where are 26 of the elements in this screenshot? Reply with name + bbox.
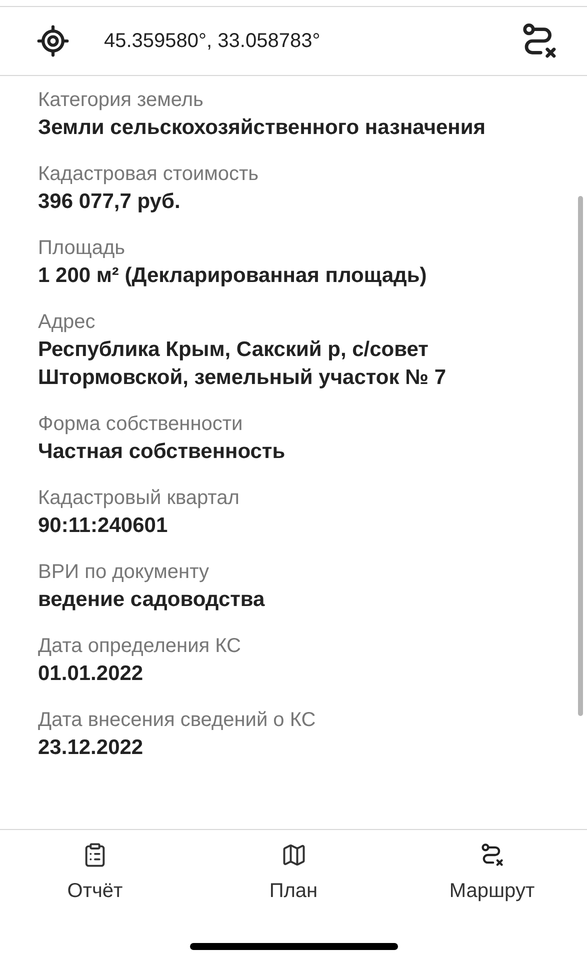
tab-button[interactable]: Отчёт (40, 842, 150, 906)
location-icon[interactable] (36, 24, 70, 58)
field-value: Земли сельскохозяйственного назначения (38, 115, 487, 141)
field-label: Дата внесения сведений о КС (38, 708, 317, 733)
field-value: 23.12.2022 (38, 735, 144, 761)
field-label: Площадь (38, 236, 126, 261)
field-value: 1 200 м² (Декларированная площадь) (38, 263, 428, 289)
tab-button[interactable]: План (238, 842, 348, 906)
field-value: Республика Крым, Сакский р, с/совет Штормовской, земельный участок № 7 (38, 337, 448, 391)
field-label: Категория земель (38, 88, 204, 113)
field-value: 90:11:240601 (38, 513, 169, 539)
tab-button[interactable]: Маршрут (437, 842, 547, 906)
field-label: ВРИ по документу (38, 560, 210, 585)
field-value: 396 077,7 руб. (38, 189, 182, 215)
field-label: Кадастровый квартал (38, 486, 240, 511)
map-icon (280, 842, 306, 868)
scrollbar[interactable] (578, 196, 583, 716)
coordinates: 45.359580°, 33.058783° (104, 29, 320, 54)
field-value: ведение садоводства (38, 587, 266, 613)
route-icon[interactable] (479, 842, 505, 868)
field-label: Адрес (38, 310, 96, 335)
field-label: Кадастровая стоимость (38, 162, 260, 187)
field-value: 01.01.2022 (38, 661, 144, 687)
field-value: Частная собственность (38, 439, 286, 465)
field-label: Форма собственности (38, 412, 244, 437)
field-label: Дата определения КС (38, 634, 242, 659)
